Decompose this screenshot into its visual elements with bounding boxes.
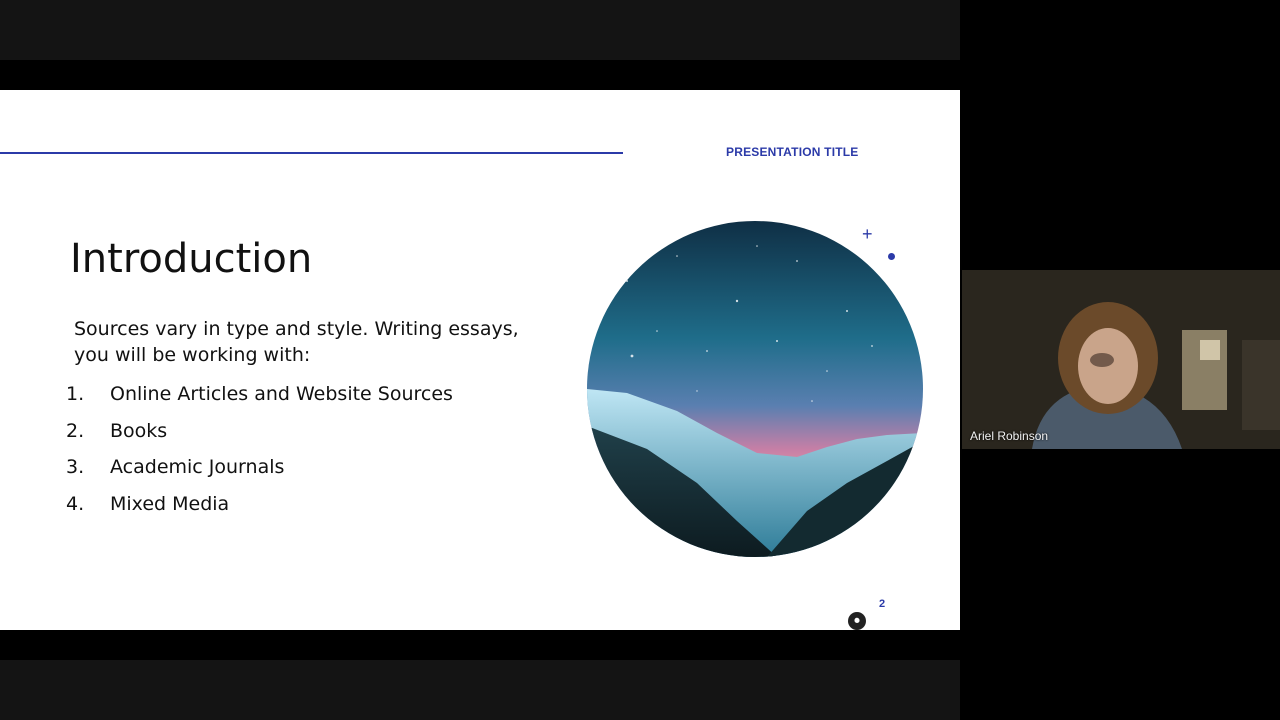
decorative-plus-icon: + xyxy=(862,224,873,244)
list-item-text: Books xyxy=(110,419,168,442)
list-item-text: Mixed Media xyxy=(110,493,230,516)
slide-list: 1. Online Articles and Website Sources 2.… xyxy=(66,376,453,522)
list-item: 3. Academic Journals xyxy=(66,449,453,486)
list-item: 1. Online Articles and Website Sources xyxy=(66,376,453,413)
list-item-number: 2. xyxy=(66,419,85,442)
slide-body-text: Sources vary in type and style. Writing … xyxy=(74,318,519,366)
participant-video-tile[interactable]: Ariel Robinson xyxy=(962,270,1280,449)
recording-icon[interactable]: ⏺ xyxy=(848,612,866,630)
slide-page-number: 2 xyxy=(879,598,886,610)
list-item-number: 4. xyxy=(66,493,85,516)
participant-name: Ariel Robinson xyxy=(970,429,1049,443)
slide-accent-rule xyxy=(0,152,623,154)
list-item: 2. Books xyxy=(66,413,453,450)
list-item-text: Academic Journals xyxy=(110,456,285,479)
slide-header: PRESENTATION TITLE xyxy=(726,145,859,159)
mountain-night-sky-photo xyxy=(587,221,923,557)
list-item-number: 1. xyxy=(66,383,85,406)
participant-video-feed xyxy=(962,270,1280,449)
list-item-text: Online Articles and Website Sources xyxy=(110,383,453,406)
slide-title: Introduction xyxy=(70,236,313,282)
top-letterbox xyxy=(0,0,960,60)
list-item: 4. Mixed Media xyxy=(66,486,453,523)
list-item-number: 3. xyxy=(66,456,85,479)
decorative-dot xyxy=(888,253,895,260)
shared-slide: PRESENTATION TITLE Introduction Sources … xyxy=(0,90,960,630)
bottom-letterbox xyxy=(0,660,960,720)
